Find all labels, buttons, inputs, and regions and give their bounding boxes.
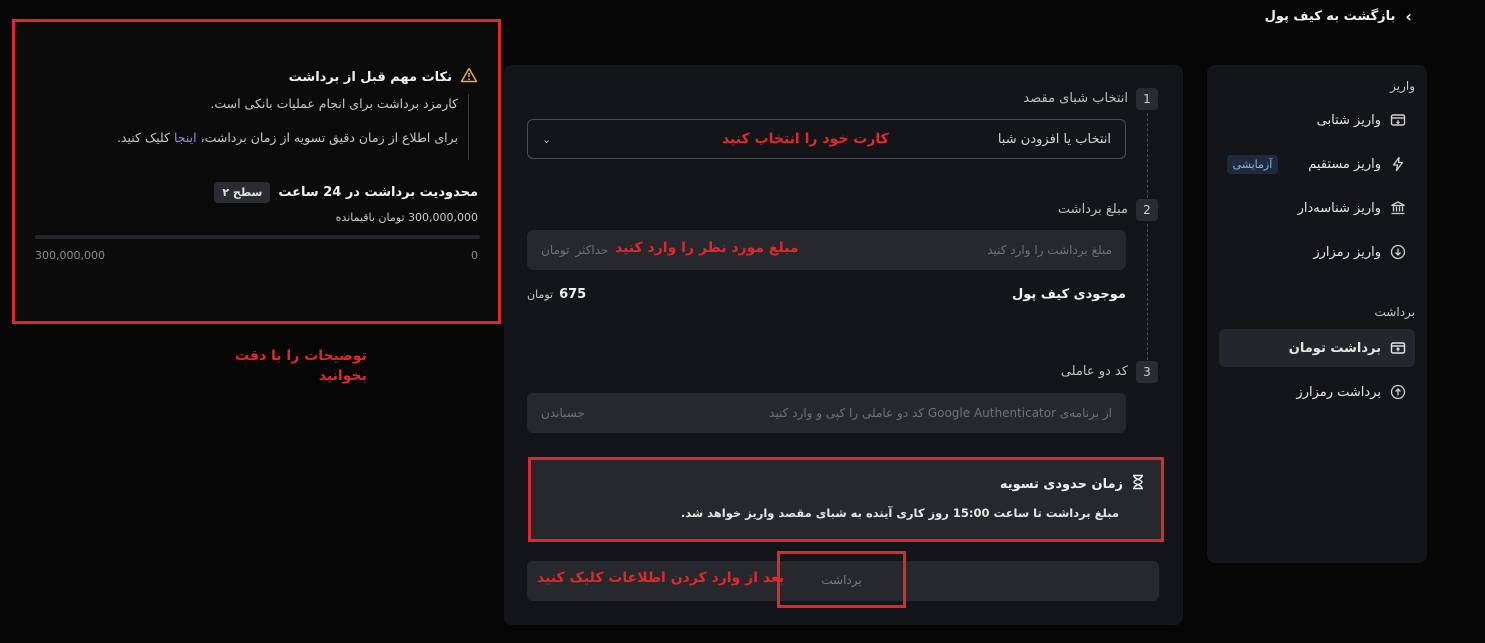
sidebar-item-toman-withdraw[interactable]: برداشت تومان <box>1219 329 1415 367</box>
settlement-title-row: زمان حدودی تسویه <box>1000 474 1145 494</box>
sidebar-item-label: واریز شتابی <box>1316 112 1381 128</box>
note-settlement-suffix: کلیک کنید. <box>116 130 170 145</box>
withdraw-submit-button[interactable]: برداشت <box>777 551 906 608</box>
step-number-1: 1 <box>1136 88 1158 110</box>
sidebar-item-id-deposit[interactable]: واریز شناسه‌دار <box>1219 189 1415 227</box>
amount-unit: تومان <box>541 243 570 257</box>
settlement-info-link[interactable]: اینجا <box>174 130 197 145</box>
step3-label: کد دو عاملی <box>1060 364 1128 379</box>
download-circle-icon <box>1389 243 1407 261</box>
note-settlement: برای اطلاع از زمان دقیق تسویه از زمان بر… <box>117 128 458 148</box>
2fa-code-input[interactable]: از برنامه‌ی Google Authenticator کد دو ع… <box>527 393 1126 433</box>
back-label: بازگشت به کیف پول <box>1264 8 1396 24</box>
back-to-wallet-link[interactable]: › بازگشت به کیف پول <box>1265 6 1412 26</box>
annotation-select-card: کارت خود را انتخاب کنید <box>722 131 889 147</box>
hourglass-icon <box>1131 474 1145 494</box>
annotation-click-after: بعد از وارد کردن اطلاعات کلیک کنید <box>537 570 785 586</box>
annotation-read-carefully: توضیحات را با دقت بخوانید <box>235 346 367 387</box>
paste-button[interactable]: جسباندن <box>541 406 585 420</box>
step-connector <box>1147 113 1148 203</box>
sidebar: واریز واریز شتابی واریز مستقیم آزمایشی و… <box>1207 65 1427 563</box>
sidebar-item-crypto-deposit[interactable]: واریز رمزارز <box>1219 233 1415 271</box>
withdraw-submit-label: برداشت <box>821 572 862 587</box>
sidebar-item-label: واریز مستقیم <box>1308 156 1381 172</box>
sidebar-item-instant-deposit[interactable]: واریز شتابی <box>1219 101 1415 139</box>
chevron-right-icon: › <box>1405 6 1412 26</box>
card-deposit-icon <box>1389 111 1407 129</box>
limit-scale-max: 300,000,000 <box>35 249 105 262</box>
amount-placeholder: مبلغ برداشت را وارد کنید <box>987 243 1112 257</box>
annotation-read-line2: بخوانید <box>318 368 367 385</box>
notes-title-row: نکات مهم قبل از برداشت <box>289 67 478 87</box>
sidebar-item-label: برداشت رمزارز <box>1296 384 1381 400</box>
sidebar-item-direct-deposit[interactable]: واریز مستقیم آزمایشی <box>1219 145 1415 183</box>
settlement-title: زمان حدودی تسویه <box>999 476 1123 492</box>
iban-select-value: انتخاب یا افزودن شبا <box>997 131 1111 147</box>
card-withdraw-icon <box>1389 339 1407 357</box>
notes-list: کارمزد برداشت برای انجام عملیات بانکی اس… <box>117 94 469 160</box>
balance-value: 675 <box>559 287 587 302</box>
amount-suffix: حداکثر تومان <box>541 243 608 257</box>
lightning-icon <box>1389 155 1407 173</box>
limit-remaining: 300,000,000 تومان باقیمانده <box>335 211 478 224</box>
settlement-text: مبلغ برداشت تا ساعت 15:00 روز کاری آینده… <box>680 506 1119 520</box>
level-badge: سطح ۲ <box>214 182 271 203</box>
settlement-time-box: زمان حدودی تسویه مبلغ برداشت تا ساعت 15:… <box>528 457 1164 542</box>
wallet-balance-row: موجودی کیف پول 675 تومان <box>527 287 1126 302</box>
step2-label: مبلغ برداشت <box>1057 202 1128 217</box>
step-number-3: 3 <box>1136 361 1158 383</box>
withdraw-notes-panel: نکات مهم قبل از برداشت کارمزد برداشت برا… <box>12 19 501 324</box>
beta-badge: آزمایشی <box>1226 154 1279 174</box>
2fa-placeholder: از برنامه‌ی Google Authenticator کد دو ع… <box>769 406 1112 420</box>
note-settlement-text: برای اطلاع از زمان دقیق تسویه از زمان بر… <box>200 130 458 145</box>
balance-amount: 675 تومان <box>527 287 586 302</box>
limit-progress-track <box>35 235 480 239</box>
step-number-2: 2 <box>1136 199 1158 221</box>
deposit-section-title: واریز <box>1390 79 1415 93</box>
sidebar-item-crypto-withdraw[interactable]: برداشت رمزارز <box>1219 373 1415 411</box>
limit-title: محدودیت برداشت در 24 ساعت <box>278 185 478 200</box>
withdraw-section-title: برداشت <box>1374 305 1415 319</box>
max-hint: حداکثر <box>575 243 609 257</box>
sidebar-item-label: برداشت تومان <box>1288 340 1381 356</box>
notes-title: نکات مهم قبل از برداشت <box>288 69 452 85</box>
annotation-enter-amount: مبلغ مورد نظر را وارد کنید <box>615 240 799 256</box>
balance-unit: تومان <box>527 288 554 301</box>
annotation-read-line1: توضیحات را با دقت <box>235 348 367 364</box>
amount-input[interactable]: مبلغ برداشت را وارد کنید حداکثر تومان مب… <box>527 230 1126 270</box>
sidebar-item-label: واریز رمزارز <box>1313 244 1381 260</box>
limit-title-row: محدودیت برداشت در 24 ساعت سطح ۲ <box>214 182 478 203</box>
upload-circle-icon <box>1389 383 1407 401</box>
limit-scale-min: 0 <box>471 249 478 262</box>
withdraw-form-panel: 1 2 3 انتخاب شبای مقصد انتخاب یا افزودن … <box>504 65 1183 625</box>
sidebar-item-label: واریز شناسه‌دار <box>1297 200 1381 216</box>
bank-icon <box>1389 199 1407 217</box>
warning-icon <box>460 67 478 87</box>
chevron-down-icon: ⌄ <box>542 132 552 146</box>
step1-label: انتخاب شبای مقصد <box>1023 91 1128 106</box>
iban-select[interactable]: انتخاب یا افزودن شبا کارت خود را انتخاب … <box>527 119 1126 159</box>
step-connector <box>1147 224 1148 360</box>
note-fee: کارمزد برداشت برای انجام عملیات بانکی اس… <box>210 96 458 111</box>
balance-label: موجودی کیف پول <box>1011 287 1126 302</box>
